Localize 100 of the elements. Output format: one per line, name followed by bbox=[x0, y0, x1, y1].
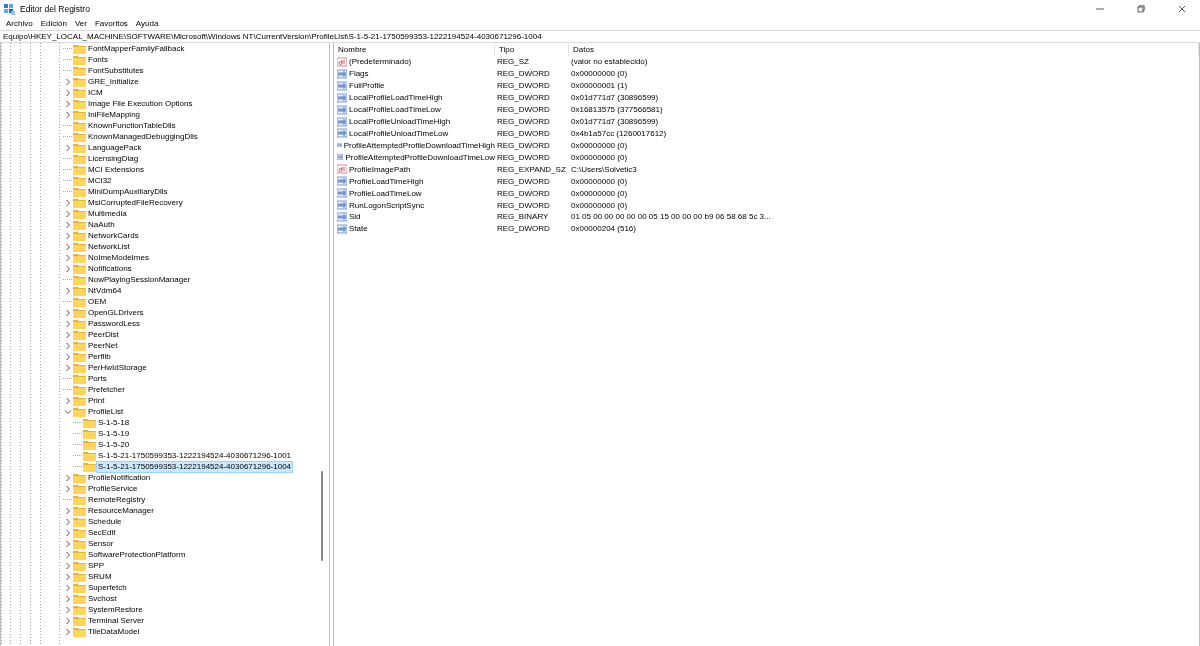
tree-item[interactable]: Superfetch bbox=[87, 582, 128, 593]
chevron-right-icon[interactable] bbox=[63, 582, 73, 593]
tree-item[interactable]: ICM bbox=[87, 87, 104, 98]
tree-item[interactable]: ProfileService bbox=[87, 483, 139, 494]
tree-item[interactable]: LicensingDiag bbox=[87, 153, 140, 164]
chevron-right-icon[interactable] bbox=[63, 230, 73, 241]
tree-item[interactable]: NetworkCards bbox=[87, 230, 140, 241]
tree-item[interactable]: MiniDumpAuxiliaryDlls bbox=[87, 186, 169, 197]
chevron-right-icon[interactable] bbox=[63, 285, 73, 296]
tree-item[interactable]: NoImeModeImes bbox=[87, 252, 150, 263]
chevron-right-icon[interactable] bbox=[63, 505, 73, 516]
chevron-right-icon[interactable] bbox=[63, 571, 73, 582]
chevron-right-icon[interactable] bbox=[63, 560, 73, 571]
tree-item[interactable]: S-1-5-21-1750599353-1222194524-4030671296-1001 bbox=[97, 450, 293, 461]
chevron-right-icon[interactable] bbox=[63, 615, 73, 626]
tree-item[interactable]: Terminal Server bbox=[87, 615, 145, 626]
chevron-right-icon[interactable] bbox=[63, 593, 73, 604]
address-bar[interactable]: Equipo\HKEY_LOCAL_MACHINE\SOFTWARE\Microsoft\Windows NT\CurrentVersion\ProfileList\S-1-5-21-1750599353-1222194524-4030671296-1004 bbox=[0, 30, 1200, 43]
tree-item[interactable]: Notifications bbox=[87, 263, 133, 274]
chevron-right-icon[interactable] bbox=[63, 142, 73, 153]
chevron-right-icon[interactable] bbox=[63, 208, 73, 219]
tree-item[interactable]: SystemRestore bbox=[87, 604, 144, 615]
tree-item[interactable]: Print bbox=[87, 395, 106, 406]
tree-item[interactable]: ProfileNotification bbox=[87, 472, 152, 483]
tree-item[interactable]: Prefetcher bbox=[87, 384, 126, 395]
tree-item[interactable]: PasswordLess bbox=[87, 318, 142, 329]
tree-item[interactable]: GRE_Initialize bbox=[87, 76, 140, 87]
tree-item[interactable]: S-1-5-18 bbox=[97, 417, 131, 428]
tree-item[interactable]: ProfileList bbox=[87, 406, 125, 417]
tree-item[interactable]: FontMapperFamilyFallback bbox=[87, 43, 186, 54]
tree-item[interactable]: TileDataModel bbox=[87, 626, 141, 637]
column-header[interactable]: Datos bbox=[569, 43, 1199, 56]
tree-item[interactable]: RemoteRegistry bbox=[87, 494, 147, 505]
menu-item[interactable]: Ayuda bbox=[131, 18, 163, 29]
tree-item[interactable]: KnownManagedDebuggingDlls bbox=[87, 131, 199, 142]
chevron-right-icon[interactable] bbox=[63, 252, 73, 263]
column-header[interactable]: Nombre bbox=[334, 43, 495, 56]
chevron-right-icon[interactable] bbox=[63, 263, 73, 274]
tree-item[interactable]: SoftwareProtectionPlatform bbox=[87, 549, 187, 560]
chevron-right-icon[interactable] bbox=[63, 395, 73, 406]
tree-item[interactable]: Multimedia bbox=[87, 208, 128, 219]
chevron-right-icon[interactable] bbox=[63, 241, 73, 252]
chevron-right-icon[interactable] bbox=[63, 219, 73, 230]
tree-item[interactable]: S-1-5-21-1750599353-1222194524-4030671296-1004 bbox=[97, 461, 293, 472]
chevron-right-icon[interactable] bbox=[63, 483, 73, 494]
chevron-right-icon[interactable] bbox=[63, 604, 73, 615]
chevron-right-icon[interactable] bbox=[63, 472, 73, 483]
chevron-right-icon[interactable] bbox=[63, 87, 73, 98]
chevron-right-icon[interactable] bbox=[63, 351, 73, 362]
folder-icon bbox=[73, 615, 86, 626]
tree-item[interactable]: SecEdit bbox=[87, 527, 117, 538]
chevron-right-icon[interactable] bbox=[63, 76, 73, 87]
chevron-right-icon[interactable] bbox=[63, 626, 73, 637]
tree-item[interactable]: KnownFunctionTableDlls bbox=[87, 120, 177, 131]
folder-icon bbox=[73, 307, 86, 318]
tree-item[interactable]: FontSubstitutes bbox=[87, 65, 145, 76]
menu-item[interactable]: Ver bbox=[70, 18, 91, 29]
tree-item[interactable]: Perflib bbox=[87, 351, 112, 362]
column-header[interactable]: Tipo bbox=[495, 43, 569, 56]
tree-item[interactable]: IniFileMapping bbox=[87, 109, 142, 120]
chevron-right-icon[interactable] bbox=[63, 307, 73, 318]
tree-item[interactable]: SPP bbox=[87, 560, 105, 571]
chevron-right-icon[interactable] bbox=[63, 197, 73, 208]
tree-item[interactable]: NetworkList bbox=[87, 241, 131, 252]
chevron-right-icon[interactable] bbox=[63, 527, 73, 538]
tree-item[interactable]: PerHwIdStorage bbox=[87, 362, 148, 373]
chevron-right-icon[interactable] bbox=[63, 340, 73, 351]
tree-item[interactable]: Schedule bbox=[87, 516, 123, 527]
tree-item[interactable]: LanguagePack bbox=[87, 142, 143, 153]
tree-item[interactable]: Svchost bbox=[87, 593, 118, 604]
chevron-right-icon[interactable] bbox=[63, 329, 73, 340]
tree-item[interactable]: MCI Extensions bbox=[87, 164, 146, 175]
chevron-right-icon[interactable] bbox=[63, 538, 73, 549]
tree-item[interactable]: S-1-5-19 bbox=[97, 428, 131, 439]
menu-item[interactable]: Favoritos bbox=[90, 18, 132, 29]
tree-item[interactable]: ResourceManager bbox=[87, 505, 155, 516]
tree-item[interactable]: NtVdm64 bbox=[87, 285, 123, 296]
tree-item[interactable]: NaAuth bbox=[87, 219, 116, 230]
tree-item[interactable]: MCI32 bbox=[87, 175, 113, 186]
chevron-right-icon[interactable] bbox=[63, 516, 73, 527]
tree-item[interactable]: Ports bbox=[87, 373, 108, 384]
tree-item[interactable]: SRUM bbox=[87, 571, 113, 582]
chevron-right-icon[interactable] bbox=[63, 549, 73, 560]
chevron-right-icon[interactable] bbox=[63, 362, 73, 373]
chevron-right-icon[interactable] bbox=[63, 318, 73, 329]
tree-item[interactable]: OEM bbox=[87, 296, 108, 307]
tree-item[interactable]: PeerNet bbox=[87, 340, 119, 351]
tree-item[interactable]: Fonts bbox=[87, 54, 109, 65]
tree-item[interactable]: S-1-5-20 bbox=[97, 439, 131, 450]
tree-item[interactable]: NowPlayingSessionManager bbox=[87, 274, 192, 285]
chevron-right-icon[interactable] bbox=[63, 98, 73, 109]
tree-item[interactable]: Sensor bbox=[87, 538, 115, 549]
tree-item[interactable]: Image File Execution Options bbox=[87, 98, 194, 109]
chevron-right-icon[interactable] bbox=[63, 109, 73, 120]
menu-item[interactable]: Edición bbox=[36, 18, 71, 29]
tree-item[interactable]: OpenGLDrivers bbox=[87, 307, 145, 318]
tree-item[interactable]: MsiCorruptedFileRecovery bbox=[87, 197, 184, 208]
menu-item[interactable]: Archivo bbox=[2, 18, 37, 29]
tree-item[interactable]: PeerDist bbox=[87, 329, 120, 340]
scrollbar-thumb[interactable] bbox=[321, 471, 323, 561]
